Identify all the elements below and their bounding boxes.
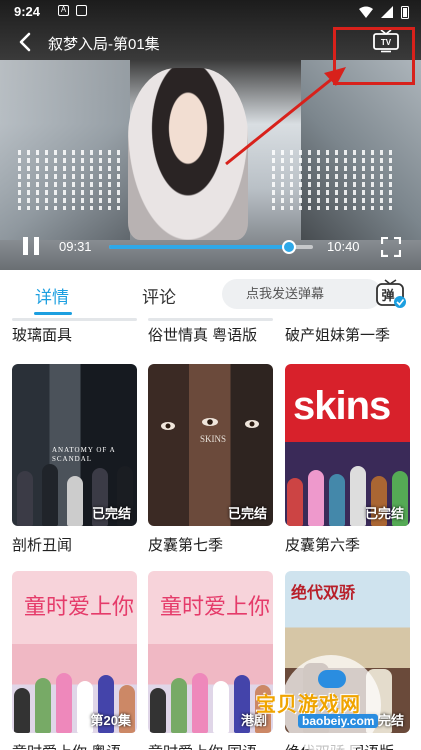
- back-icon[interactable]: [14, 30, 38, 54]
- scroll-edge-bar: [12, 318, 137, 321]
- notification-a-icon: A: [58, 5, 69, 16]
- status-badge: 已完结: [91, 506, 131, 521]
- prev-row-title[interactable]: 俗世情真 粤语版: [148, 324, 257, 345]
- status-badge: 已完结: [364, 506, 404, 521]
- annotation-arrow: [225, 67, 346, 166]
- tab-bar: 详情 评论 点我发送弹幕 弹: [0, 270, 421, 318]
- player-controls: 09:31 10:40: [0, 230, 421, 266]
- current-time: 09:31: [59, 239, 92, 254]
- poster-title-text: skins: [293, 384, 391, 428]
- poster-faces: [161, 418, 259, 430]
- status-badge: 已完结: [227, 506, 267, 521]
- show-title: 皮囊第六季: [285, 537, 361, 554]
- tab-details[interactable]: 详情: [35, 283, 69, 308]
- status-system-icons: [359, 5, 409, 19]
- show-poster: 童时爱上你 第20集: [12, 571, 137, 733]
- show-title: 剖析丑闻: [12, 537, 73, 554]
- poster-title-text: SKINS: [200, 434, 227, 444]
- status-time: 9:24: [14, 4, 41, 19]
- poster-title-text: 绝代双骄: [291, 585, 356, 602]
- show-title: 童时爱上你 粤语: [12, 741, 137, 750]
- watermark-url: baobeiy.com: [298, 714, 379, 728]
- show-poster: ANATOMY OF A SCANDAL 已完结: [12, 364, 137, 526]
- show-card[interactable]: SKINS 已完结 皮囊第七季: [148, 364, 273, 555]
- video-frame-text-left: [18, 150, 120, 210]
- danmaku-input[interactable]: 点我发送弹幕: [222, 279, 382, 309]
- notification-image-icon: [76, 5, 87, 16]
- status-notification-icons: A: [58, 5, 87, 16]
- signal-icon: [381, 6, 393, 18]
- danmaku-toggle-icon[interactable]: 弹: [375, 278, 407, 308]
- seek-bar-handle[interactable]: [281, 240, 296, 254]
- scroll-edge-bar: [148, 318, 273, 321]
- poster-title-text: 童时爱上你: [160, 594, 271, 619]
- tab-comments[interactable]: 评论: [142, 283, 176, 308]
- wifi-icon: [359, 6, 373, 18]
- show-title: 皮囊第七季: [148, 537, 224, 554]
- prev-row-title[interactable]: 破产姐妹第一季: [285, 324, 390, 345]
- danmaku-button-label: 弹: [381, 288, 394, 304]
- show-card[interactable]: ANATOMY OF A SCANDAL 已完结 剖析丑闻: [12, 364, 137, 555]
- show-card[interactable]: skins 已完结 皮囊第六季: [285, 364, 410, 555]
- show-poster: skins 已完结: [285, 364, 410, 526]
- seek-bar-fill: [109, 245, 289, 249]
- duration: 10:40: [327, 239, 360, 254]
- tab-active-indicator: [34, 312, 72, 315]
- poster-title-text: ANATOMY OF A SCANDAL: [52, 446, 116, 463]
- watermark-text: 宝贝游戏网: [256, 694, 361, 716]
- site-watermark: 宝贝游戏网 baobeiy.com: [236, 640, 421, 750]
- pause-icon[interactable]: [22, 237, 40, 255]
- video-title: 叙梦入局-第01集: [48, 36, 160, 53]
- fullscreen-icon[interactable]: [381, 237, 401, 257]
- seek-bar[interactable]: [109, 240, 313, 254]
- poster-title-text: 童时爱上你: [24, 594, 135, 619]
- prev-row-title[interactable]: 玻璃面具: [12, 324, 72, 345]
- annotation-highlight-box: [333, 27, 415, 85]
- status-bar: 9:24 A: [0, 0, 421, 24]
- battery-icon: [401, 6, 409, 19]
- show-poster: SKINS 已完结: [148, 364, 273, 526]
- gamepad-icon: [318, 670, 346, 688]
- status-badge: 第20集: [90, 713, 131, 728]
- show-card[interactable]: 童时爱上你 第20集 童时爱上你 粤语: [12, 571, 137, 750]
